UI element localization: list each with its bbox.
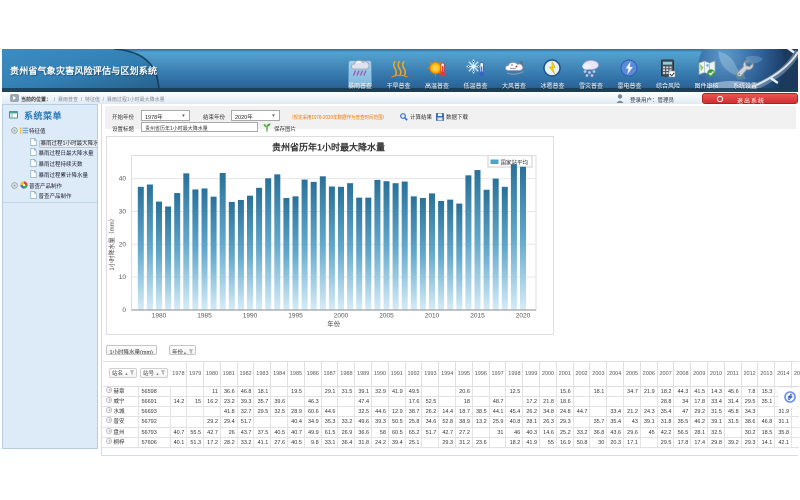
svg-text:30: 30 — [119, 208, 127, 215]
svg-text:1990: 1990 — [243, 313, 258, 320]
svg-text:10: 10 — [119, 274, 127, 281]
svg-text:0: 0 — [122, 307, 126, 314]
svg-text:1小时降水量（mm）: 1小时降水量（mm） — [108, 215, 116, 270]
svg-text:2010: 2010 — [425, 313, 440, 320]
svg-text:2015: 2015 — [470, 313, 485, 320]
svg-text:贵州省历年1小时最大降水量: 贵州省历年1小时最大降水量 — [272, 142, 385, 153]
svg-text:40: 40 — [119, 176, 127, 183]
svg-text:2005: 2005 — [379, 313, 394, 320]
svg-text:1995: 1995 — [288, 313, 303, 320]
svg-text:年份: 年份 — [327, 319, 341, 328]
svg-text:2020: 2020 — [516, 313, 531, 320]
svg-text:2000: 2000 — [334, 313, 349, 320]
svg-text:1980: 1980 — [152, 313, 167, 320]
svg-text:1985: 1985 — [197, 313, 212, 320]
svg-text:20: 20 — [119, 241, 127, 248]
